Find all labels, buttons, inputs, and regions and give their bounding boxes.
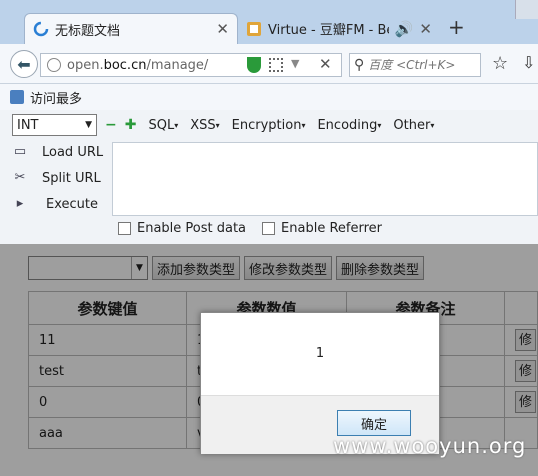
menu-sql[interactable]: SQL▾ xyxy=(148,118,178,133)
watermark: www.wooyun.org xyxy=(333,434,527,458)
close-tab-icon[interactable]: ✕ xyxy=(216,20,229,38)
play-icon: ▸ xyxy=(16,196,24,211)
navigation-bar: ⬅ open.boc.cn/manage/ ▼ ✕ ⚲ ☆ ⇩ xyxy=(0,44,538,84)
enable-post-checkbox[interactable] xyxy=(118,222,131,235)
dropdown-arrow-icon[interactable]: ▼ xyxy=(291,57,299,70)
tab-title: 无标题文档 xyxy=(55,23,121,39)
plus-icon[interactable]: ✚ xyxy=(125,117,137,133)
load-icon: ▭ xyxy=(13,144,27,159)
hackbar-panel: INT ▼ − ✚ SQL▾ XSS▾ Encryption▾ Encoding… xyxy=(0,110,538,244)
load-url-button[interactable]: ▭ Load URL xyxy=(12,144,103,160)
most-visited-icon xyxy=(10,90,24,104)
bookmark-star-icon[interactable]: ☆ xyxy=(492,53,508,74)
address-bar[interactable]: open.boc.cn/manage/ ▼ ✕ xyxy=(40,53,342,77)
url-text: open.boc.cn/manage/ xyxy=(67,57,209,73)
minus-icon[interactable]: − xyxy=(105,117,117,133)
encoding-select[interactable]: INT ▼ xyxy=(12,114,97,136)
tab-title: Virtue - 豆瓣FM - Beta xyxy=(268,23,389,38)
download-icon[interactable]: ⇩ xyxy=(522,53,535,72)
tab-active[interactable]: 无标题文档 ✕ xyxy=(24,13,238,44)
menu-encryption[interactable]: Encryption▾ xyxy=(232,118,306,133)
search-icon: ⚲ xyxy=(354,57,365,73)
url-textarea[interactable] xyxy=(112,142,538,216)
bookmarks-bar: 访问最多 xyxy=(0,84,538,110)
most-visited-link[interactable]: 访问最多 xyxy=(30,88,82,107)
audio-icon[interactable]: 🔊 xyxy=(395,20,414,38)
scissors-icon: ✂ xyxy=(14,170,26,185)
tab-douban[interactable]: Virtue - 豆瓣FM - Beta 🔊 ✕ xyxy=(238,13,440,44)
select-arrow-icon: ▼ xyxy=(85,120,92,130)
douban-favicon-icon xyxy=(247,21,261,36)
split-url-button[interactable]: ✂ Split URL xyxy=(12,170,101,186)
loading-icon xyxy=(33,21,49,37)
alert-message: 1 xyxy=(315,346,325,361)
search-input[interactable] xyxy=(368,58,473,72)
tab-strip: 无标题文档 ✕ Virtue - 豆瓣FM - Beta 🔊 ✕ + xyxy=(0,0,538,44)
enable-referrer-label: Enable Referrer xyxy=(281,221,382,236)
back-button[interactable]: ⬅ xyxy=(10,50,38,78)
menu-other[interactable]: Other▾ xyxy=(393,118,434,133)
close-tab-icon[interactable]: ✕ xyxy=(419,20,432,38)
ok-button[interactable]: 确定 xyxy=(337,410,411,436)
enable-post-label: Enable Post data xyxy=(137,221,247,236)
alert-dialog: 1 确定 xyxy=(200,312,440,454)
menu-encoding[interactable]: Encoding▾ xyxy=(317,118,381,133)
back-arrow-icon: ⬅ xyxy=(17,54,31,74)
execute-button[interactable]: ▸ Execute xyxy=(12,196,98,212)
window-control[interactable] xyxy=(515,0,538,19)
search-box[interactable]: ⚲ xyxy=(349,53,481,77)
security-shield-icon[interactable] xyxy=(247,57,261,73)
clear-icon[interactable]: ✕ xyxy=(319,55,332,73)
new-tab-button[interactable]: + xyxy=(448,15,465,39)
qrcode-icon[interactable] xyxy=(269,58,283,72)
enable-referrer-checkbox[interactable] xyxy=(262,222,276,235)
globe-icon xyxy=(47,58,61,72)
menu-xss[interactable]: XSS▾ xyxy=(190,118,219,133)
